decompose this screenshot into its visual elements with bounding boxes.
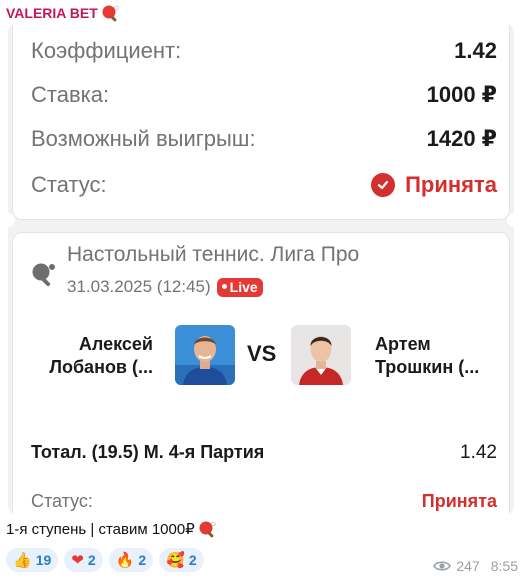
channel-name[interactable]: VALERIA BET (6, 4, 120, 22)
view-count: 247 (456, 558, 480, 574)
fire-icon: 🔥 (115, 551, 135, 569)
ping-pong-icon (102, 5, 119, 22)
message-caption-text: 1-я ступень | ставим 1000₽ (6, 521, 195, 538)
bet-event: Настольный теннис. Лига Про 31.03.2025 (… (12, 232, 510, 514)
eye-icon (433, 561, 452, 571)
reaction-count: 19 (35, 552, 52, 568)
event-datetime: 31.03.2025 (12:45) (67, 277, 211, 296)
status-label: Статус: (31, 172, 107, 197)
payout-row: Возможный выигрыш: 1420 ₽ (31, 126, 497, 152)
status-row: Статус: Принята (31, 172, 497, 198)
channel-name-text: VALERIA BET (6, 5, 98, 21)
player-2-last-name: Трошкин (... (375, 357, 480, 377)
player-1-last-name: Лобанов (... (49, 357, 153, 377)
stake-row: Ставка: 1000 ₽ (31, 82, 497, 108)
market-status-label: Статус: (31, 491, 93, 511)
status-value-text: Принята (405, 172, 497, 197)
live-badge: Live (216, 277, 263, 297)
thumbs-up-icon: 👍 (13, 551, 32, 569)
live-dot-icon (221, 284, 227, 289)
ping-pong-icon (199, 521, 216, 538)
league-title: Настольный теннис. Лига Про (67, 243, 360, 266)
odds-value: 1.42 (454, 38, 497, 63)
reaction-thumbs-up[interactable]: 👍 19 (6, 548, 59, 572)
payout-value: 1420 ₽ (426, 126, 497, 151)
heart-icon: ❤ (71, 551, 84, 569)
player-2-name: Артем Трошкин (... (375, 333, 505, 379)
payout-label: Возможный выигрыш: (31, 126, 256, 151)
stake-value: 1000 ₽ (426, 82, 497, 107)
versus-label: VS (247, 341, 277, 366)
reactions-bar: 👍 19 ❤ 2 🔥 2 🥰 2 (6, 548, 204, 572)
reaction-heart[interactable]: ❤ 2 (64, 548, 103, 572)
market-row: Тотал. (19.5) М. 4-я Партия 1.42 (31, 442, 497, 464)
reaction-smiling-hearts[interactable]: 🥰 2 (159, 548, 204, 572)
bet-summary: Коэффициент: 1.42 Ставка: 1000 ₽ Возможн… (12, 24, 510, 220)
message-time: 8:55 (490, 558, 518, 574)
market-status-row: Статус: Принята (31, 491, 497, 512)
odds-row: Коэффициент: 1.42 (31, 38, 497, 64)
player-1-first-name: Алексей (78, 334, 153, 354)
reaction-count: 2 (188, 552, 197, 568)
status-value: Принята (371, 172, 497, 198)
reaction-count: 2 (87, 552, 96, 568)
table-tennis-icon (32, 263, 55, 287)
bet-coupon: Коэффициент: 1.42 Ставка: 1000 ₽ Возможн… (8, 24, 514, 514)
market-odds: 1.42 (460, 442, 497, 463)
reaction-fire[interactable]: 🔥 2 (108, 548, 154, 572)
live-badge-text: Live (229, 278, 258, 295)
market-name: Тотал. (19.5) М. 4-я Партия (31, 442, 265, 462)
player-1-name: Алексей Лобанов (... (33, 333, 153, 379)
player-2-first-name: Артем (375, 334, 431, 354)
message-meta: 247 8:55 (433, 558, 518, 574)
event-date: 31.03.2025 (12:45) Live (67, 277, 263, 297)
stake-label: Ставка: (31, 82, 110, 107)
player-2-avatar (291, 325, 351, 385)
coupon-notch-right (507, 213, 514, 227)
player-1-avatar (175, 325, 235, 385)
smiling-face-hearts-icon: 🥰 (166, 551, 185, 569)
reaction-count: 2 (138, 552, 147, 568)
odds-label: Коэффициент: (31, 38, 182, 63)
check-circle-icon (371, 173, 396, 197)
market-status-value: Принята (421, 491, 497, 511)
message-caption: 1-я ступень | ставим 1000₽ (6, 520, 217, 538)
